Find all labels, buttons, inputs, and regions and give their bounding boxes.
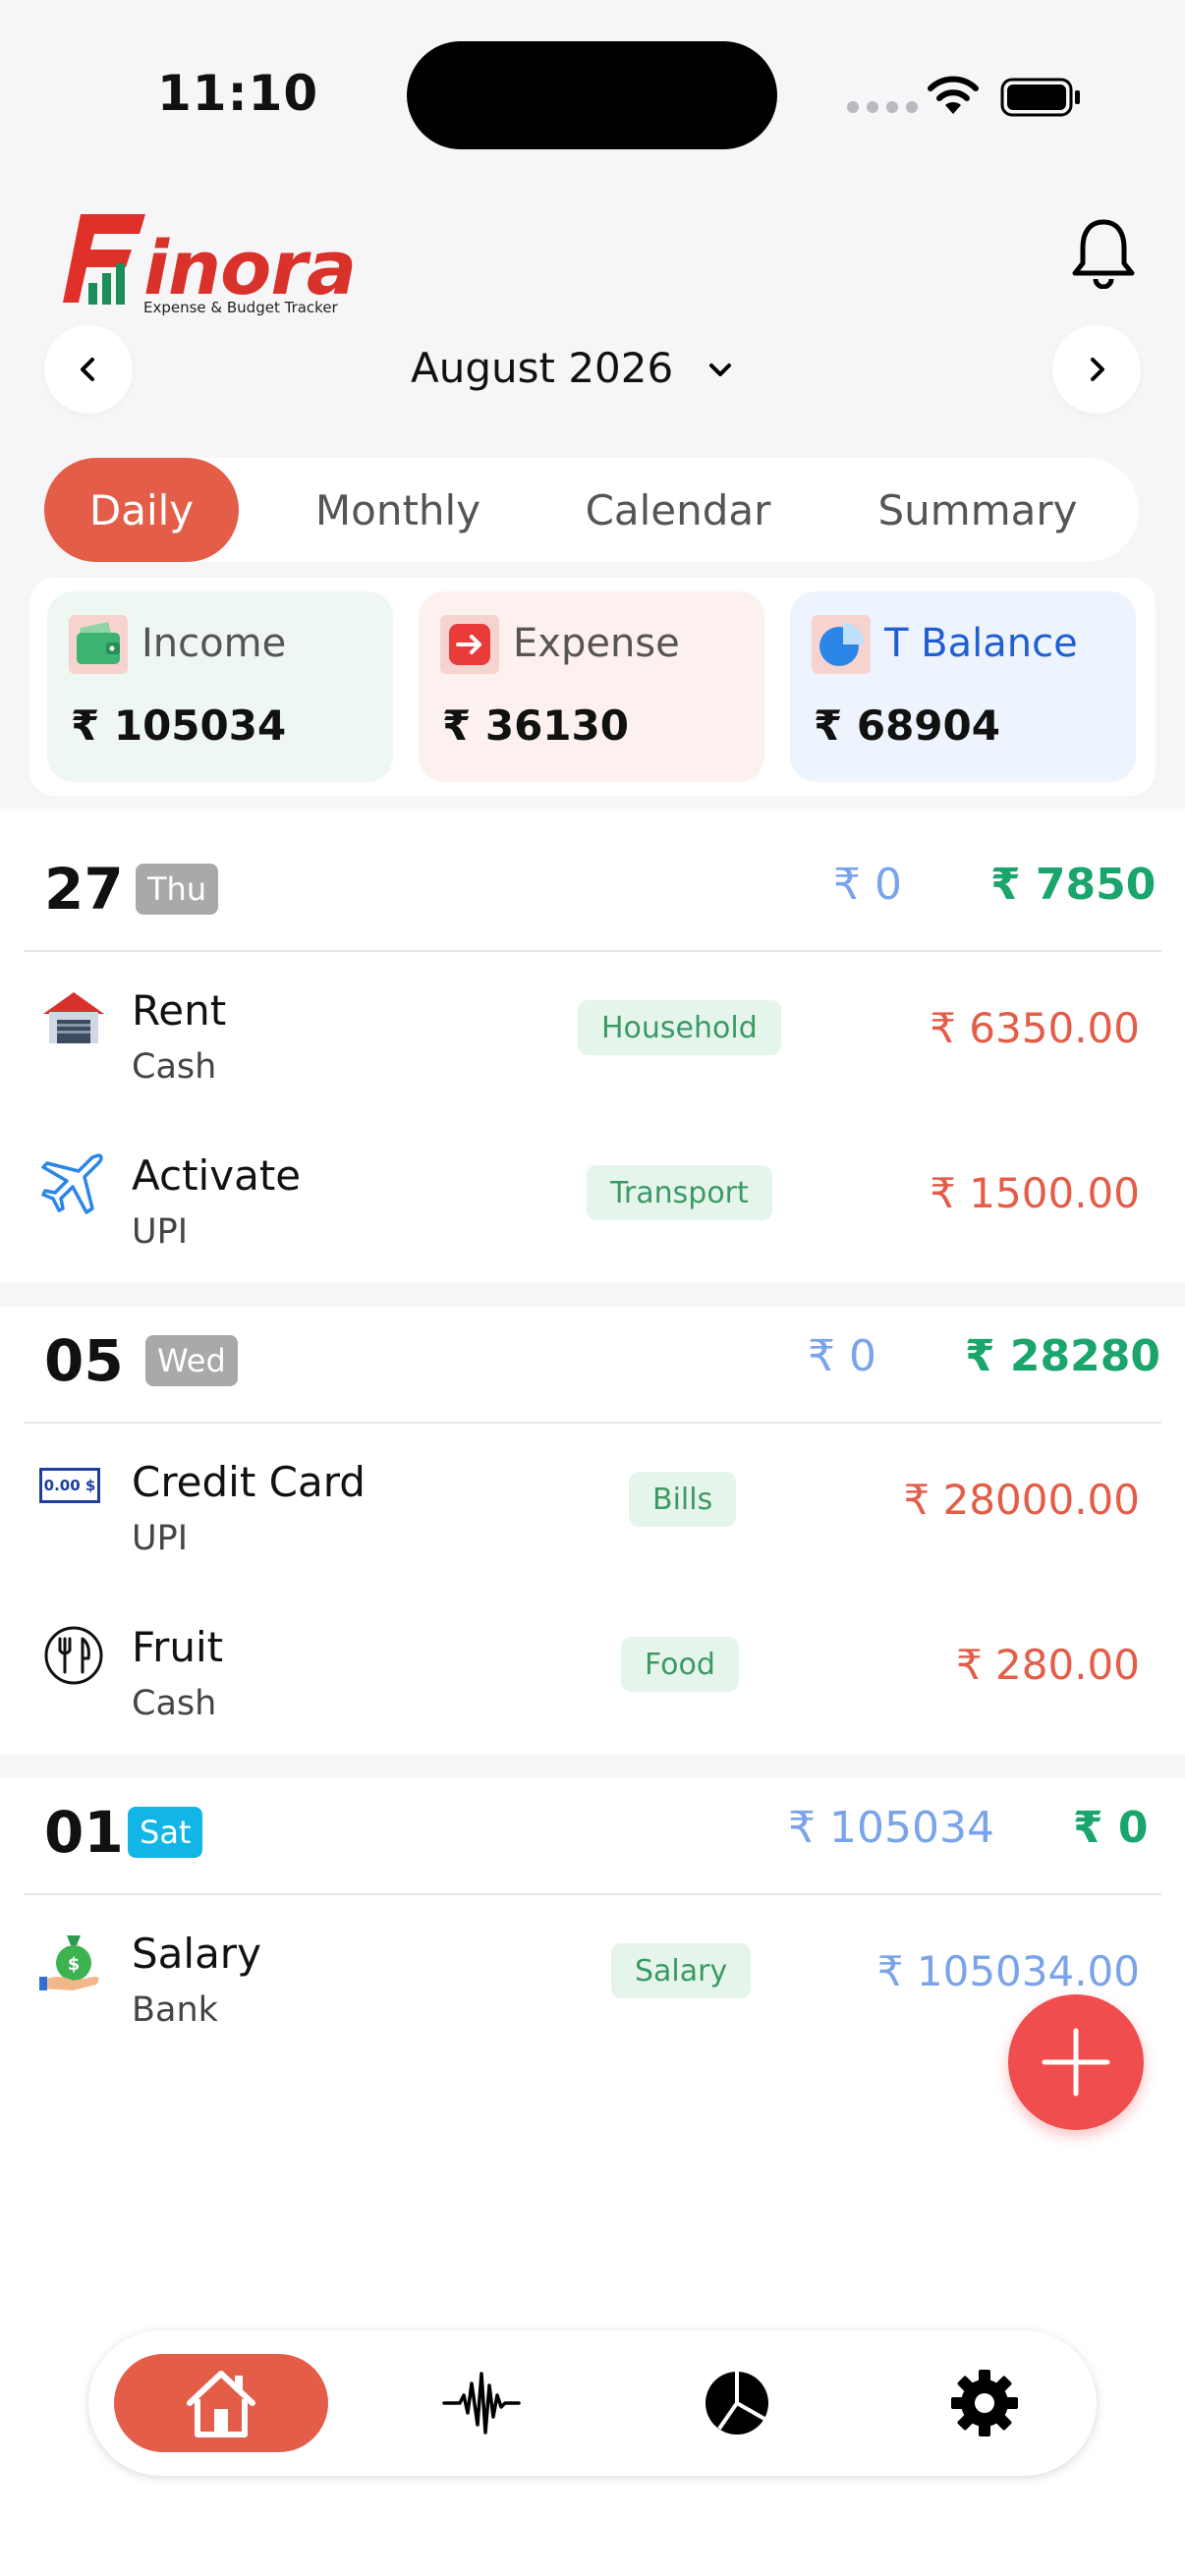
logo-tagline: Expense & Budget Tracker: [143, 299, 338, 316]
divider: [24, 1893, 1161, 1895]
bell-icon[interactable]: [1069, 214, 1138, 289]
category-tag: Household: [578, 1000, 781, 1055]
next-month-button[interactable]: [1052, 325, 1141, 414]
transaction-title: Activate: [132, 1151, 302, 1200]
transaction-amount: ₹ 28000.00: [903, 1476, 1140, 1524]
balance-label: T Balance: [884, 621, 1078, 666]
day-expense: ₹ 28280: [965, 1331, 1161, 1381]
payment-method: UPI: [132, 1519, 189, 1558]
fork-knife-icon: [44, 1626, 103, 1685]
tab-daily[interactable]: Daily: [44, 458, 239, 562]
wifi-icon: [928, 76, 979, 114]
divider: [24, 1422, 1161, 1424]
transaction-title: Rent: [132, 986, 227, 1035]
tab-summary[interactable]: Summary: [830, 458, 1125, 562]
nav-activity[interactable]: [423, 2354, 540, 2452]
receipt-icon: 0.00 $: [39, 1468, 100, 1503]
chevron-right-icon: [1091, 358, 1104, 381]
day-expense: ₹ 7850: [990, 860, 1157, 910]
summary-cards: Income ₹ 105034 Expense ₹ 36130 T Balanc…: [29, 578, 1156, 796]
expense-total: ₹ 36130: [442, 701, 629, 750]
view-tabs: Daily Monthly Calendar Summary: [44, 458, 1139, 562]
day-header: 01 Sat ₹ 105034 ₹ 0: [0, 1752, 1185, 1897]
transaction-title: Credit Card: [132, 1458, 366, 1506]
transaction-amount: ₹ 280.00: [955, 1641, 1140, 1689]
category-tag: Food: [621, 1637, 739, 1692]
plus-icon: [1042, 2028, 1110, 2097]
status-time: 11:10: [157, 65, 319, 122]
chevron-left-icon: [81, 358, 94, 381]
airplane-icon: [41, 1153, 103, 1214]
transaction-amount: ₹ 6350.00: [930, 1004, 1140, 1052]
balance-total: ₹ 68904: [814, 701, 1000, 750]
house-icon: [43, 992, 104, 1043]
transaction-row[interactable]: Activate UPI Transport ₹ 1500.00: [0, 1118, 1185, 1283]
tab-calendar[interactable]: Calendar: [545, 458, 811, 562]
payment-method: Cash: [132, 1047, 217, 1087]
gear-icon: [951, 2370, 1018, 2436]
tab-monthly[interactable]: Monthly: [270, 458, 526, 562]
day-number: 27: [44, 856, 124, 923]
day-number: 05: [44, 1327, 124, 1394]
dynamic-island: [407, 41, 777, 149]
income-label: Income: [141, 621, 287, 666]
transaction-row[interactable]: 0.00 $ Credit Card UPI Bills ₹ 28000.00: [0, 1425, 1185, 1590]
divider: [24, 950, 1161, 952]
battery-icon: [1000, 78, 1080, 117]
weekday-badge: Sat: [128, 1807, 203, 1858]
bottom-nav: [88, 2330, 1097, 2476]
income-total: ₹ 105034: [71, 701, 287, 750]
expense-arrow-icon: [440, 615, 499, 674]
day-header: 05 Wed ₹ 0 ₹ 28280: [0, 1280, 1185, 1426]
weekday-badge: Wed: [145, 1335, 238, 1386]
money-bag-icon: $: [39, 1935, 99, 1990]
day-expense: ₹ 0: [1073, 1803, 1149, 1853]
nav-home[interactable]: [114, 2354, 328, 2452]
app-logo: inora Expense & Budget Tracker: [63, 210, 357, 318]
transaction-row[interactable]: $ Salary Bank Salary ₹ 105034.00: [0, 1896, 1185, 2061]
transaction-title: Fruit: [132, 1623, 224, 1671]
home-icon: [187, 2371, 255, 2437]
payment-method: Bank: [132, 1990, 218, 2030]
transaction-title: Salary: [132, 1930, 261, 1978]
day-income: ₹ 105034: [788, 1803, 994, 1853]
pie-chart-icon: [705, 2372, 768, 2435]
month-label[interactable]: August 2026: [411, 344, 673, 392]
transaction-row[interactable]: Fruit Cash Food ₹ 280.00: [0, 1590, 1185, 1755]
pie-icon: [812, 615, 871, 674]
receipt-amount: 0.00 $: [43, 1477, 96, 1494]
transaction-amount: ₹ 105034.00: [876, 1947, 1140, 1995]
balance-card[interactable]: T Balance ₹ 68904: [790, 591, 1136, 782]
category-tag: Salary: [611, 1943, 752, 1998]
day-income: ₹ 0: [808, 1331, 876, 1381]
nav-settings[interactable]: [926, 2354, 1044, 2452]
expense-card[interactable]: Expense ₹ 36130: [419, 591, 764, 782]
payment-method: Cash: [132, 1684, 217, 1723]
transaction-row[interactable]: Rent Cash Household ₹ 6350.00: [0, 953, 1185, 1118]
income-card[interactable]: Income ₹ 105034: [47, 591, 393, 782]
day-income: ₹ 0: [833, 860, 902, 910]
activity-icon: [442, 2372, 521, 2435]
day-header: 27 Thu ₹ 0 ₹ 7850: [0, 809, 1185, 954]
svg-text:$: $: [68, 1954, 81, 1975]
transaction-amount: ₹ 1500.00: [930, 1169, 1140, 1217]
expense-label: Expense: [513, 621, 680, 666]
chevron-down-icon[interactable]: [704, 354, 737, 387]
weekday-badge: Thu: [136, 864, 219, 915]
wallet-icon: [69, 615, 128, 674]
prev-month-button[interactable]: [44, 325, 133, 414]
nav-statistics[interactable]: [678, 2354, 796, 2452]
category-tag: Transport: [587, 1165, 772, 1220]
day-number: 01: [44, 1799, 124, 1866]
add-transaction-button[interactable]: [1008, 1994, 1144, 2130]
signal-icon: [847, 101, 918, 113]
category-tag: Bills: [629, 1472, 737, 1527]
logo-f-icon: [63, 214, 145, 305]
payment-method: UPI: [132, 1212, 189, 1252]
